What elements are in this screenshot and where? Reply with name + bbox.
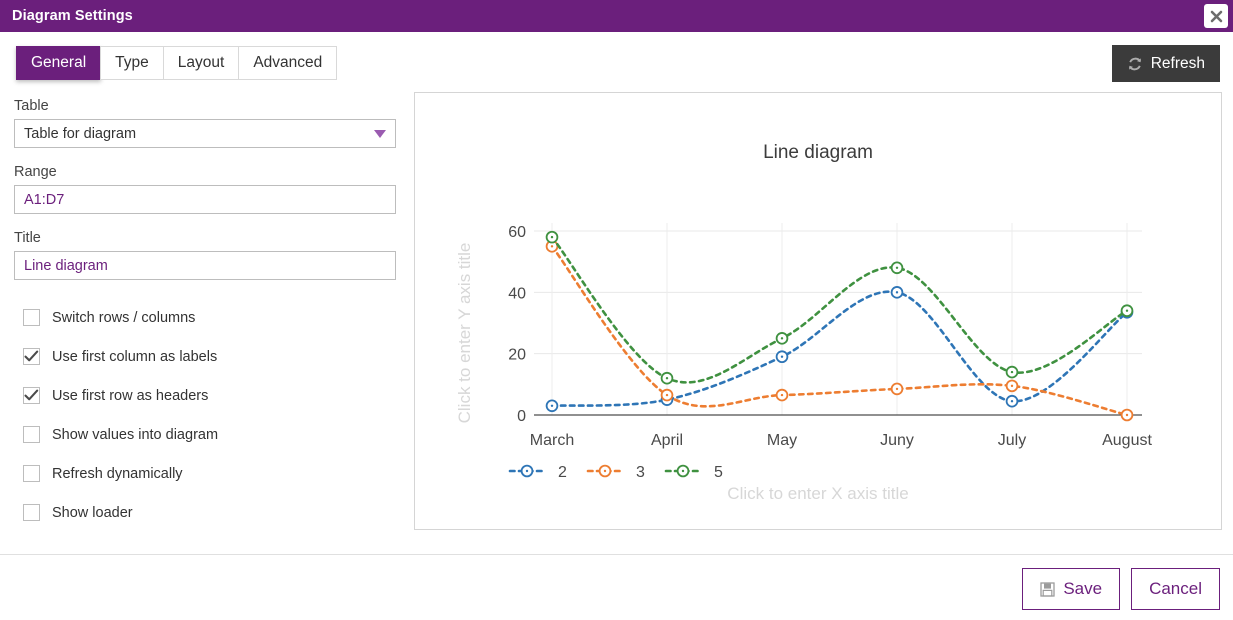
checkbox-row-show-values-into-diagram[interactable]: Show values into diagram (14, 415, 396, 454)
save-label: Save (1063, 579, 1103, 598)
data-point-center (780, 337, 784, 340)
data-point-center (1010, 370, 1014, 374)
checkbox-label: Show values into diagram (52, 426, 219, 443)
tab-general[interactable]: General (16, 46, 102, 80)
line-chart[interactable]: Line diagram 0 20 40 60 March April May Juny Jul… (415, 93, 1221, 529)
footer-divider (0, 554, 1233, 555)
checkbox-row-refresh-dynamically[interactable]: Refresh dynamically (14, 454, 396, 493)
range-input-value: A1:D7 (24, 191, 65, 208)
window-titlebar: Diagram Settings (0, 0, 1233, 32)
settings-tabs: General Type Layout Advanced (16, 46, 338, 80)
cancel-label: Cancel (1149, 579, 1202, 598)
data-point-center (1010, 400, 1014, 403)
legend-marker-center (525, 469, 529, 473)
x-axis-tick-label: April (651, 432, 683, 449)
chart-preview-panel: Line diagram 0 20 40 60 March April May Juny Jul… (414, 92, 1222, 530)
tab-advanced[interactable]: Advanced (238, 46, 338, 80)
checkbox-row-show-loader[interactable]: Show loader (14, 493, 396, 532)
data-point-center (1125, 309, 1129, 312)
x-axis-tick-label: July (998, 432, 1026, 449)
checkbox-show-loader[interactable] (23, 504, 40, 521)
legend-label[interactable]: 5 (714, 464, 723, 481)
table-label: Table (14, 98, 49, 114)
refresh-icon (1128, 57, 1141, 70)
check-icon (24, 389, 39, 401)
data-point-center (1010, 384, 1014, 388)
cancel-button[interactable]: Cancel (1131, 568, 1220, 610)
checkbox-use-first-column-as-labels[interactable] (23, 348, 40, 365)
data-point-center (665, 377, 669, 380)
x-axis-tick-label: August (1102, 432, 1152, 449)
data-point-center (550, 245, 554, 248)
title-label: Title (14, 230, 41, 246)
window-title: Diagram Settings (12, 8, 133, 24)
checkbox-switch-rows-columns[interactable] (23, 309, 40, 326)
checkbox-refresh-dynamically[interactable] (23, 465, 40, 482)
data-point-center (895, 266, 899, 269)
check-icon (24, 350, 39, 362)
data-point-center (780, 393, 784, 397)
data-point-center (895, 387, 899, 391)
title-input-value: Line diagram (24, 257, 108, 274)
y-axis-tick-label: 20 (508, 347, 526, 364)
options-checkbox-list: Switch rows / columns Use first column a… (14, 298, 396, 532)
save-button[interactable]: Save (1022, 568, 1121, 610)
legend-marker-center (603, 469, 607, 473)
series-line (550, 290, 1129, 408)
chart-title[interactable]: Line diagram (763, 142, 873, 163)
x-axis-tick-label: May (767, 432, 797, 449)
y-axis-tick-label: 0 (517, 408, 526, 425)
y-axis-tick-label: 40 (508, 285, 526, 302)
chevron-down-icon (374, 129, 386, 138)
legend-label[interactable]: 2 (558, 464, 567, 481)
x-axis-title[interactable]: Click to enter X axis title (727, 484, 908, 503)
tab-layout[interactable]: Layout (162, 46, 240, 80)
table-select-value: Table for diagram (24, 125, 137, 142)
data-point-center (550, 404, 554, 407)
range-label: Range (14, 164, 57, 180)
checkbox-use-first-row-as-headers[interactable] (23, 387, 40, 404)
x-axis-tick-label: Juny (880, 432, 914, 449)
close-button[interactable] (1204, 4, 1228, 28)
checkbox-row-use-first-row-as-headers[interactable]: Use first row as headers (14, 376, 396, 415)
checkbox-show-values-into-diagram[interactable] (23, 426, 40, 443)
data-point-center (550, 235, 554, 239)
data-point-center (780, 355, 784, 358)
checkbox-row-use-first-column-as-labels[interactable]: Use first column as labels (14, 337, 396, 376)
data-point-center (665, 393, 669, 397)
checkbox-label: Refresh dynamically (52, 465, 183, 482)
legend-marker-center (681, 469, 685, 473)
refresh-label: Refresh (1150, 54, 1205, 72)
data-point-center (1125, 413, 1129, 417)
tab-type[interactable]: Type (100, 46, 164, 80)
series-line (550, 245, 1129, 417)
series-line (550, 235, 1129, 384)
table-select[interactable]: Table for diagram (14, 119, 396, 148)
checkbox-label: Use first column as labels (52, 348, 218, 365)
footer-actions: Save Cancel (1022, 568, 1220, 610)
checkbox-label: Use first row as headers (52, 387, 209, 404)
checkbox-row-switch-rows-columns[interactable]: Switch rows / columns (14, 298, 396, 337)
refresh-button[interactable]: Refresh (1111, 45, 1220, 82)
y-axis-tick-label: 60 (508, 224, 526, 241)
save-disk-icon (1040, 581, 1055, 597)
legend-label[interactable]: 3 (636, 464, 645, 481)
y-axis-title[interactable]: Click to enter Y axis title (455, 243, 474, 424)
general-settings-form: Table Table for diagram Range A1:D7 Titl… (14, 98, 396, 532)
range-input[interactable]: A1:D7 (14, 185, 396, 214)
data-point-center (895, 291, 899, 294)
checkbox-label: Switch rows / columns (52, 309, 196, 326)
checkbox-label: Show loader (52, 504, 133, 521)
title-input[interactable]: Line diagram (14, 251, 396, 280)
close-icon (1210, 10, 1222, 22)
x-axis-tick-label: March (530, 432, 574, 449)
